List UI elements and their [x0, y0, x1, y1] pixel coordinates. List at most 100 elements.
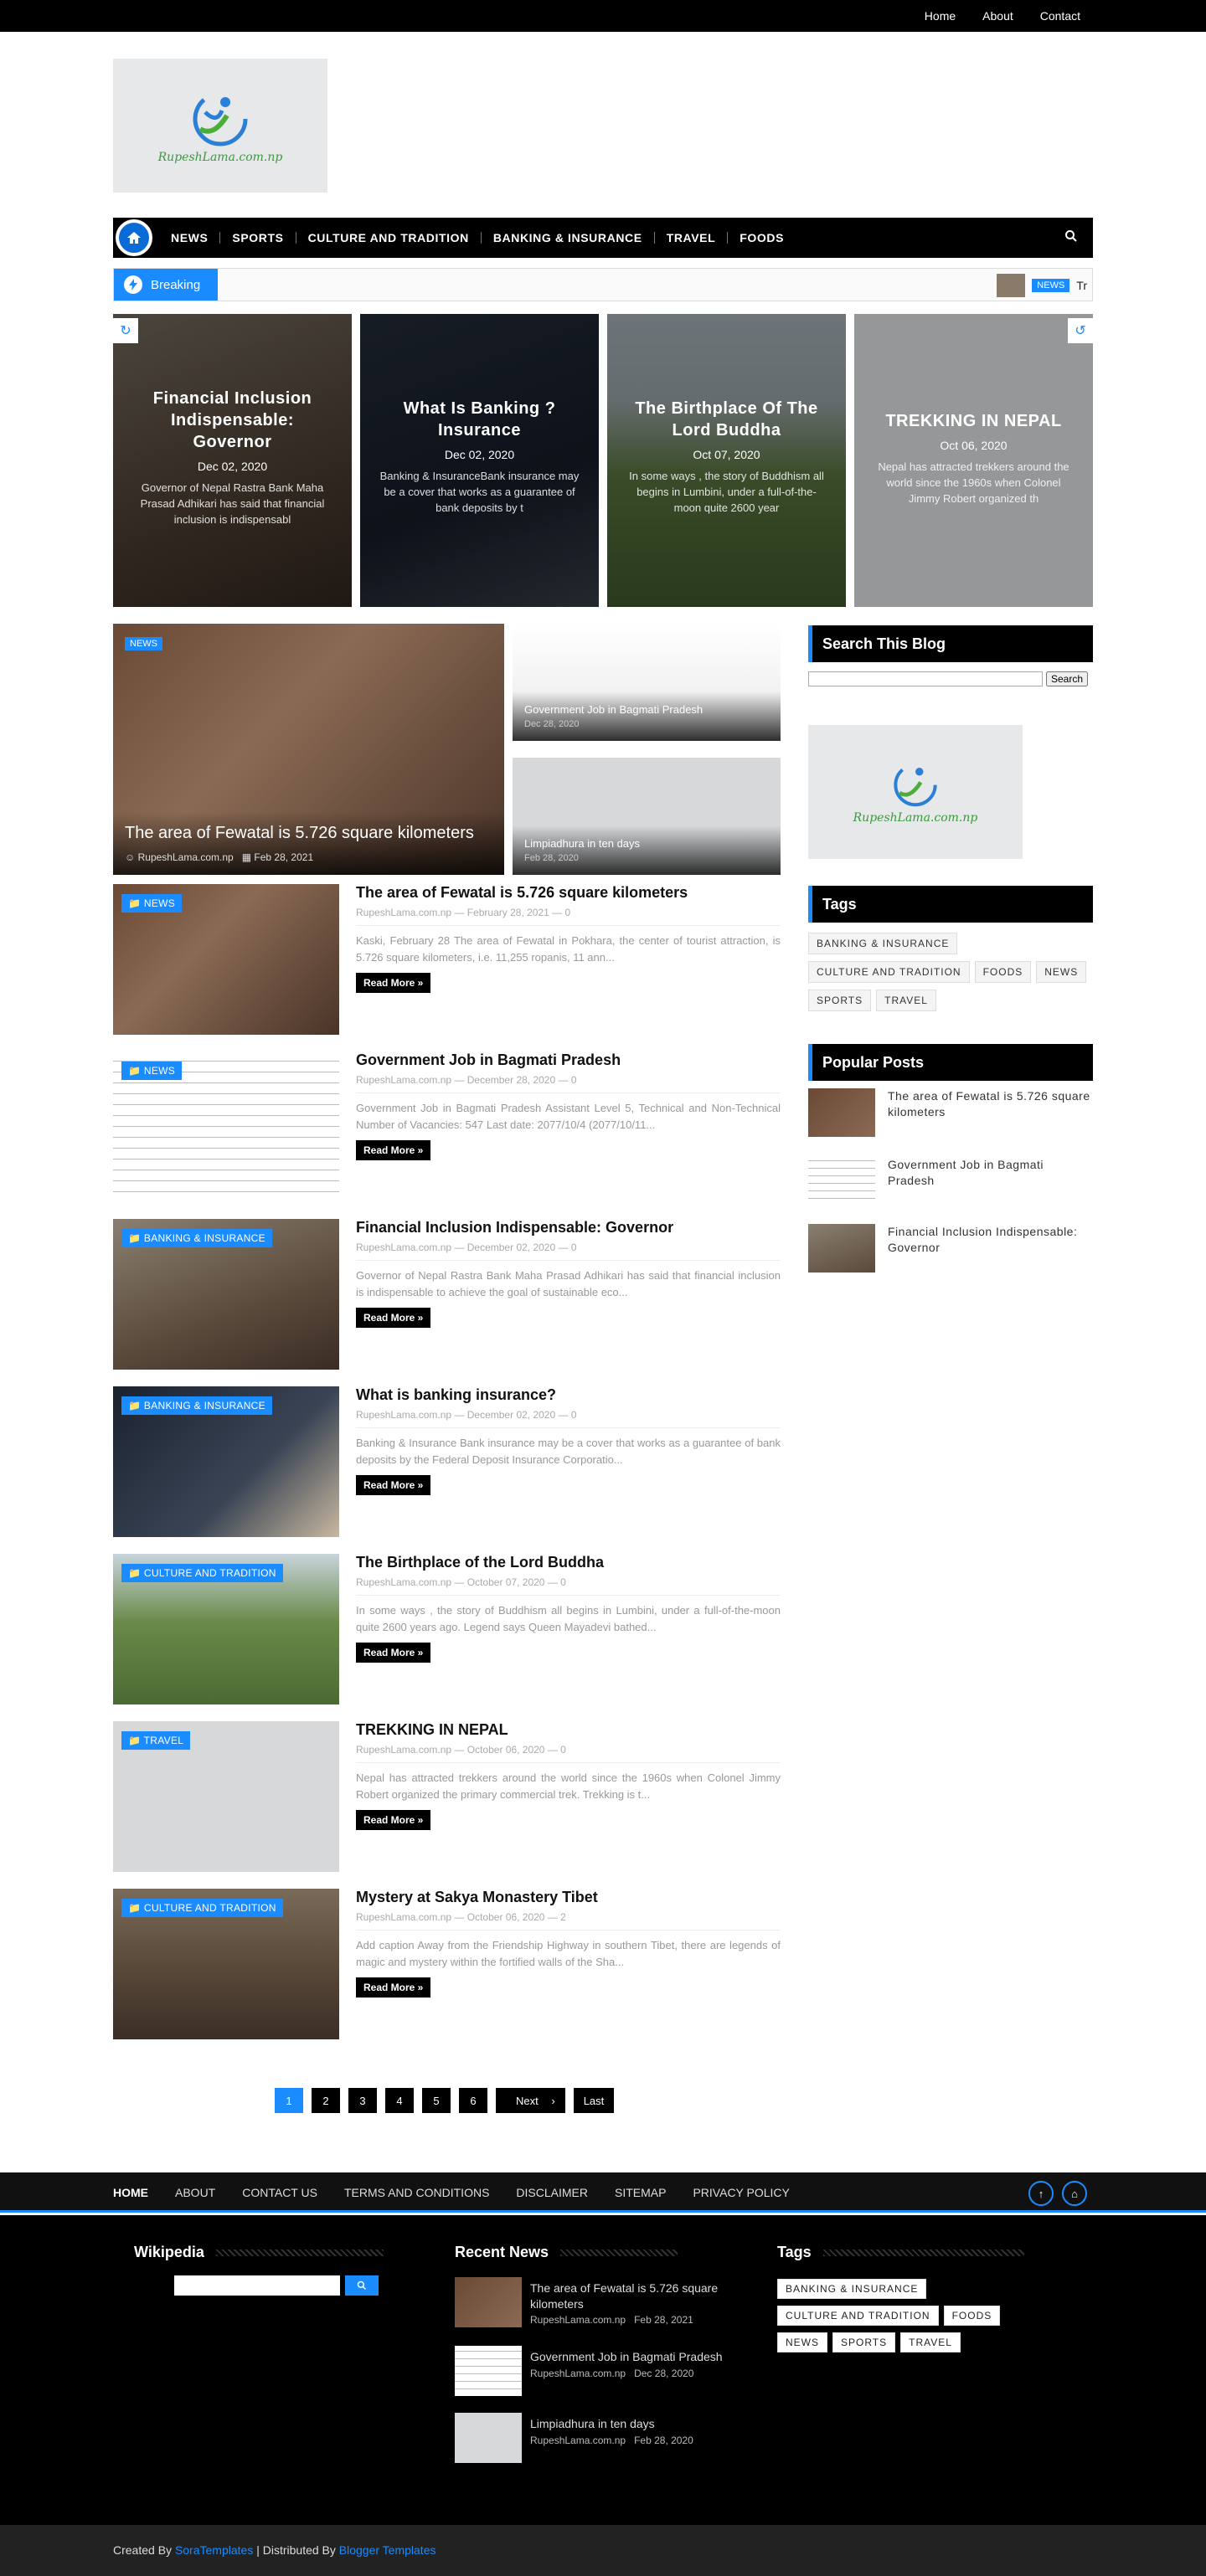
slide-title[interactable]: What Is Banking ?Insurance [377, 398, 582, 441]
footer-tag-foods[interactable]: FOODS [943, 2306, 1001, 2326]
post-category[interactable]: 📁 CULTURE AND TRADITION [121, 1899, 283, 1917]
post-title[interactable]: TREKKING IN NEPAL [356, 1721, 781, 1739]
top-link-home[interactable]: Home [925, 9, 956, 23]
nav-travel[interactable]: TRAVEL [655, 232, 729, 244]
slide-title[interactable]: Financial Inclusion Indispensable: Gover… [130, 388, 335, 453]
next-page-button[interactable]: Next › [496, 2088, 565, 2113]
footer-tag-banking[interactable]: BANKING & INSURANCE [777, 2279, 927, 2299]
post-title[interactable]: The area of Fewatal is 5.726 square kilo… [356, 884, 781, 902]
popular-title[interactable]: The area of Fewatal is 5.726 square kilo… [888, 1088, 1093, 1140]
footer-nav-about[interactable]: ABOUT [175, 2186, 215, 2199]
recent-title[interactable]: The area of Fewatal is 5.726 square kilo… [530, 2280, 740, 2312]
post-category[interactable]: 📁 NEWS [121, 1062, 183, 1080]
footer-nav-terms[interactable]: TERMS AND CONDITIONS [344, 2186, 489, 2199]
post-title[interactable]: The Birthplace of the Lord Buddha [356, 1554, 781, 1571]
nav-news[interactable]: NEWS [159, 232, 221, 244]
featured-small-post[interactable]: Government Job in Bagmati Pradesh Dec 28… [513, 624, 781, 741]
post-thumbnail[interactable]: 📁 CULTURE AND TRADITION [113, 1889, 339, 2039]
site-logo[interactable]: RupeshLama.com.np [113, 59, 327, 193]
post-title[interactable]: Government Job in Bagmati Pradesh [356, 1051, 781, 1069]
post-title[interactable]: What is banking insurance? [356, 1386, 781, 1404]
page-1[interactable]: 1 [275, 2088, 303, 2113]
nav-sports[interactable]: SPORTS [220, 232, 296, 244]
footer-nav-privacy[interactable]: PRIVACY POLICY [693, 2186, 789, 2199]
slide-item[interactable]: The Birthplace Of The Lord Buddha Oct 07… [607, 314, 846, 607]
featured-small-title[interactable]: Government Job in Bagmati Pradesh [524, 703, 769, 716]
recent-news-item[interactable]: The area of Fewatal is 5.726 square kilo… [455, 2277, 740, 2327]
footer-nav-sitemap[interactable]: SITEMAP [615, 2186, 666, 2199]
post-thumbnail[interactable]: 📁 BANKING & INSURANCE [113, 1386, 339, 1537]
breaking-ticker[interactable]: NEWS Tr [997, 274, 1087, 297]
nav-culture[interactable]: CULTURE AND TRADITION [296, 232, 482, 244]
post-category[interactable]: 📁 TRAVEL [121, 1731, 191, 1750]
featured-title[interactable]: The area of Fewatal is 5.726 square kilo… [125, 824, 492, 843]
sora-templates-link[interactable]: SoraTemplates [175, 2543, 253, 2557]
post-thumbnail[interactable]: 📁 BANKING & INSURANCE [113, 1219, 339, 1370]
nav-banking[interactable]: BANKING & INSURANCE [482, 232, 655, 244]
featured-small-post[interactable]: Limpiadhura in ten days Feb 28, 2020 [513, 758, 781, 875]
home-circle-button[interactable]: ⌂ [1062, 2181, 1087, 2206]
post-title[interactable]: Mystery at Sakya Monastery Tibet [356, 1889, 781, 1906]
tag-foods[interactable]: FOODS [974, 961, 1032, 983]
recent-title[interactable]: Limpiadhura in ten days [530, 2416, 655, 2432]
blog-search-input[interactable] [808, 671, 1043, 686]
slide-item[interactable]: TREKKING IN NEPAL Oct 06, 2020 Nepal has… [854, 314, 1093, 607]
page-2[interactable]: 2 [312, 2088, 340, 2113]
post-category[interactable]: 📁 NEWS [121, 894, 183, 913]
tag-travel[interactable]: TRAVEL [876, 990, 936, 1011]
slider-prev-button[interactable]: ↻ [113, 318, 138, 343]
recent-title[interactable]: Government Job in Bagmati Pradesh [530, 2349, 723, 2365]
popular-title[interactable]: Government Job in Bagmati Pradesh [888, 1157, 1093, 1209]
tag-culture[interactable]: CULTURE AND TRADITION [808, 961, 970, 983]
blog-search-button[interactable]: Search [1046, 671, 1089, 686]
page-4[interactable]: 4 [385, 2088, 414, 2113]
slide-title[interactable]: TREKKING IN NEPAL [871, 410, 1076, 432]
wiki-search-input[interactable] [174, 2275, 340, 2296]
popular-post[interactable]: The area of Fewatal is 5.726 square kilo… [808, 1088, 1093, 1140]
footer-nav-disclaimer[interactable]: DISCLAIMER [516, 2186, 588, 2199]
tag-banking[interactable]: BANKING & INSURANCE [808, 933, 958, 954]
home-button[interactable] [116, 219, 152, 256]
post-thumbnail[interactable]: 📁 TRAVEL [113, 1721, 339, 1872]
slider-next-button[interactable]: ↺ [1068, 318, 1093, 343]
scroll-top-button[interactable]: ↑ [1028, 2181, 1054, 2206]
blogger-templates-link[interactable]: Blogger Templates [339, 2543, 436, 2557]
read-more-button[interactable]: Read More » [356, 1810, 431, 1830]
featured-small-title[interactable]: Limpiadhura in ten days [524, 837, 769, 850]
footer-nav-home[interactable]: HOME [113, 2186, 148, 2199]
page-3[interactable]: 3 [348, 2088, 377, 2113]
footer-tag-travel[interactable]: TRAVEL [900, 2332, 961, 2352]
tag-sports[interactable]: SPORTS [808, 990, 872, 1011]
page-6[interactable]: 6 [459, 2088, 487, 2113]
featured-big-post[interactable]: NEWS The area of Fewatal is 5.726 square… [113, 624, 504, 875]
slide-item[interactable]: Financial Inclusion Indispensable: Gover… [113, 314, 352, 607]
tag-news[interactable]: NEWS [1036, 961, 1087, 983]
footer-tag-sports[interactable]: SPORTS [832, 2332, 896, 2352]
recent-news-item[interactable]: Limpiadhura in ten days RupeshLama.com.n… [455, 2413, 740, 2463]
read-more-button[interactable]: Read More » [356, 1308, 431, 1328]
read-more-button[interactable]: Read More » [356, 1643, 431, 1663]
nav-foods[interactable]: FOODS [728, 232, 796, 244]
post-title[interactable]: Financial Inclusion Indispensable: Gover… [356, 1219, 781, 1237]
nav-search-button[interactable] [1064, 229, 1078, 245]
read-more-button[interactable]: Read More » [356, 1475, 431, 1495]
footer-tag-culture[interactable]: CULTURE AND TRADITION [777, 2306, 939, 2326]
popular-post[interactable]: Government Job in Bagmati Pradesh [808, 1157, 1093, 1209]
wiki-search-button[interactable] [345, 2275, 379, 2296]
popular-post[interactable]: Financial Inclusion Indispensable: Gover… [808, 1224, 1093, 1276]
footer-tag-news[interactable]: NEWS [777, 2332, 827, 2352]
read-more-button[interactable]: Read More » [356, 973, 431, 993]
post-category[interactable]: 📁 BANKING & INSURANCE [121, 1396, 272, 1415]
post-category[interactable]: 📁 BANKING & INSURANCE [121, 1229, 272, 1247]
page-5[interactable]: 5 [422, 2088, 451, 2113]
post-thumbnail[interactable]: 📁 NEWS [113, 884, 339, 1035]
popular-title[interactable]: Financial Inclusion Indispensable: Gover… [888, 1224, 1093, 1276]
read-more-button[interactable]: Read More » [356, 1140, 431, 1160]
read-more-button[interactable]: Read More » [356, 1977, 431, 1998]
footer-nav-contact[interactable]: CONTACT US [242, 2186, 317, 2199]
slide-title[interactable]: The Birthplace Of The Lord Buddha [624, 398, 829, 441]
post-category[interactable]: 📁 CULTURE AND TRADITION [121, 1564, 283, 1582]
last-page-button[interactable]: Last [573, 2088, 615, 2113]
slide-item[interactable]: What Is Banking ?Insurance Dec 02, 2020 … [360, 314, 599, 607]
top-link-about[interactable]: About [982, 9, 1013, 23]
